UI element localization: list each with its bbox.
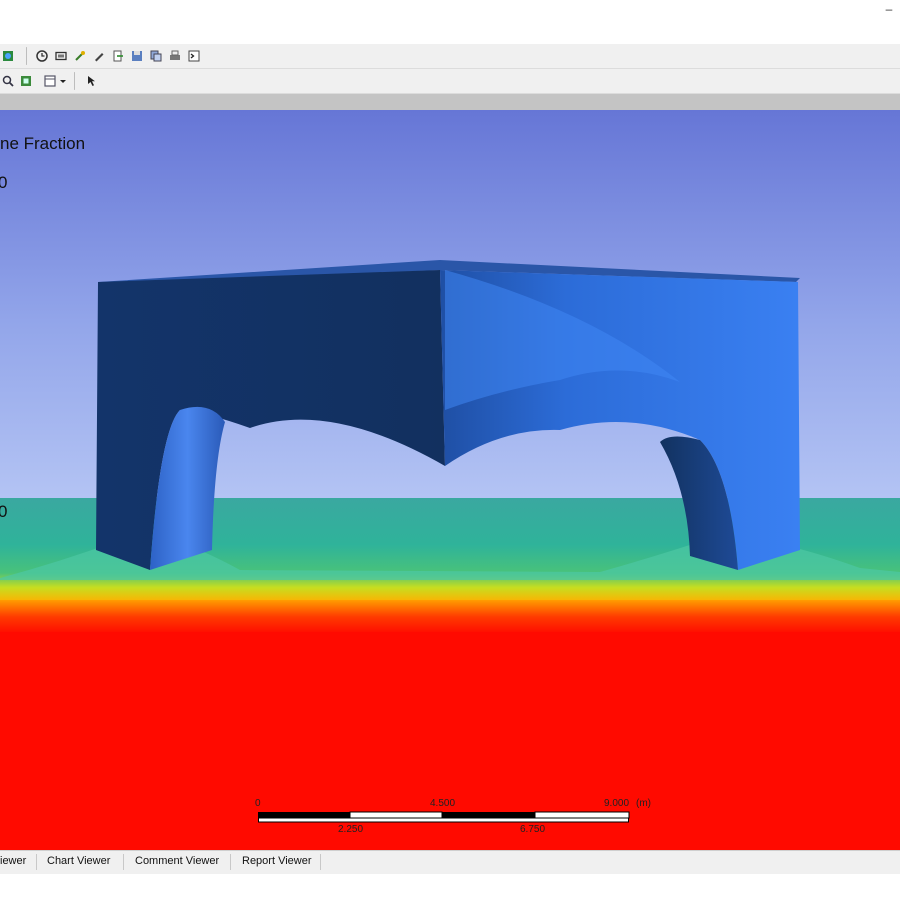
save-image-button[interactable] — [129, 48, 145, 64]
toolbar-separator — [26, 47, 27, 65]
frame-button[interactable] — [53, 48, 69, 64]
pointer-icon — [88, 76, 95, 86]
fit-icon — [21, 76, 31, 86]
fit-view-button[interactable] — [18, 73, 34, 89]
zoom-button[interactable] — [0, 73, 16, 89]
export-icon — [113, 50, 123, 62]
viewport-layout-icon — [44, 75, 56, 87]
scale-label-0: 0 — [255, 798, 261, 809]
copy-icon — [150, 50, 162, 62]
main-toolbar — [0, 44, 900, 69]
scale-label-6750: 6.750 — [520, 824, 546, 835]
simulation-render — [0, 110, 900, 850]
title-bar: – — [0, 0, 900, 24]
zoom-icon — [2, 75, 14, 87]
animation-button[interactable] — [34, 48, 50, 64]
tab-separator — [36, 854, 37, 870]
scale-label-4500: 4.500 — [430, 798, 456, 809]
pen-icon — [95, 53, 104, 62]
tab-separator — [320, 854, 321, 870]
pen-button[interactable] — [91, 48, 107, 64]
tab-3d-viewer[interactable]: iewer — [0, 855, 26, 867]
print-icon — [170, 50, 180, 60]
legend-tick-mid: 0 — [0, 502, 8, 521]
scale-label-2250: 2.250 — [338, 824, 364, 835]
viewport-layout-button[interactable] — [42, 73, 58, 89]
print-button[interactable] — [167, 48, 183, 64]
tab-comment-viewer[interactable]: Comment Viewer — [135, 855, 219, 867]
toolbar-separator — [74, 72, 75, 90]
tab-chart-viewer[interactable]: Chart Viewer — [47, 855, 110, 867]
terminal-icon — [188, 50, 200, 62]
scale-bar — [258, 810, 630, 823]
tab-report-viewer[interactable]: Report Viewer — [242, 855, 312, 867]
tab-separator — [230, 854, 231, 870]
legend-title: ne Fraction — [0, 134, 86, 153]
viewer-tabs: iewer Chart Viewer Comment Viewer Report… — [0, 850, 900, 875]
viewport-header — [0, 94, 900, 110]
dropdown-arrow-icon — [60, 80, 66, 83]
probe-button[interactable] — [72, 48, 88, 64]
export-button[interactable] — [110, 48, 126, 64]
scale-unit: (m) — [636, 798, 651, 809]
copy-button[interactable] — [148, 48, 164, 64]
window-footer — [0, 874, 900, 900]
view-toolbar — [0, 69, 900, 94]
water-transition — [0, 600, 900, 634]
viewport-layout-dropdown[interactable] — [58, 73, 68, 89]
minimize-button[interactable]: – — [882, 2, 896, 16]
pointer-button[interactable] — [84, 73, 100, 89]
terminal-button[interactable] — [186, 48, 202, 64]
clock-icon — [36, 50, 48, 62]
frame-icon — [55, 51, 67, 61]
menu-bar — [0, 24, 900, 45]
view-icon — [3, 51, 13, 61]
save-icon — [132, 51, 142, 61]
scale-label-9000: 9.000 — [604, 798, 630, 809]
3d-viewport[interactable]: ne Fraction 0 0 0 4.500 9.000 (m) 2.250 … — [0, 110, 900, 850]
view-button[interactable] — [0, 48, 16, 64]
legend-tick-top: 0 — [0, 173, 8, 192]
tab-separator — [123, 854, 124, 870]
probe-icon — [75, 51, 85, 61]
